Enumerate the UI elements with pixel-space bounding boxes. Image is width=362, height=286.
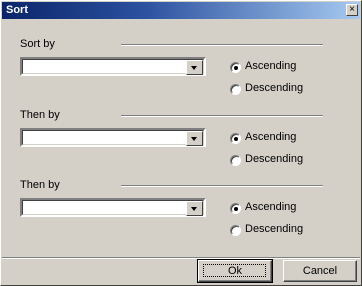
button-bar-divider — [2, 257, 360, 259]
sort-by-label: Sort by — [20, 38, 55, 50]
then-by-label: Then by — [20, 109, 60, 121]
ascending-label: Ascending — [245, 131, 297, 143]
radio-circle — [230, 203, 241, 214]
radio-selected-dot — [234, 66, 238, 70]
section-divider — [121, 115, 323, 117]
chevron-down-icon — [191, 207, 197, 211]
radio-circle — [230, 225, 241, 236]
ascending-label: Ascending — [245, 60, 297, 72]
then-by-combobox-1[interactable] — [20, 128, 206, 147]
then-by-combobox-2[interactable] — [20, 198, 206, 217]
chevron-down-icon — [191, 137, 197, 141]
descending-label: Descending — [245, 82, 304, 94]
radio-selected-dot — [234, 207, 238, 211]
dropdown-button[interactable] — [186, 131, 203, 146]
chevron-down-icon — [191, 66, 197, 70]
then-by-label: Then by — [20, 179, 60, 191]
then-by-section-2: Then by Ascending Descending — [1, 179, 361, 259]
window-title: Sort — [6, 4, 28, 16]
descending-label: Descending — [245, 153, 304, 165]
ascending-label: Ascending — [245, 201, 297, 213]
close-icon: × — [349, 4, 355, 15]
close-button[interactable]: × — [346, 4, 358, 16]
radio-circle — [230, 62, 241, 73]
ok-button-label: Ok — [227, 265, 243, 277]
descending-label: Descending — [245, 223, 304, 235]
radio-selected-dot — [234, 137, 238, 141]
section-divider — [121, 185, 323, 187]
combobox-field — [22, 200, 204, 216]
ok-button[interactable]: Ok — [197, 259, 273, 283]
dropdown-button[interactable] — [186, 60, 203, 75]
sort-dialog: Sort × Sort by Ascending Descending Then… — [0, 0, 362, 286]
cancel-button[interactable]: Cancel — [283, 260, 357, 282]
sort-by-section: Sort by Ascending Descending — [1, 38, 361, 118]
combobox-field — [22, 130, 204, 146]
title-bar: Sort × — [2, 2, 360, 19]
radio-circle — [230, 133, 241, 144]
sort-by-combobox[interactable] — [20, 57, 206, 76]
radio-circle — [230, 155, 241, 166]
then-by-section-1: Then by Ascending Descending — [1, 109, 361, 189]
section-divider — [121, 44, 323, 46]
cancel-button-label: Cancel — [302, 265, 338, 277]
radio-circle — [230, 84, 241, 95]
combobox-field — [22, 59, 204, 75]
dropdown-button[interactable] — [186, 201, 203, 216]
